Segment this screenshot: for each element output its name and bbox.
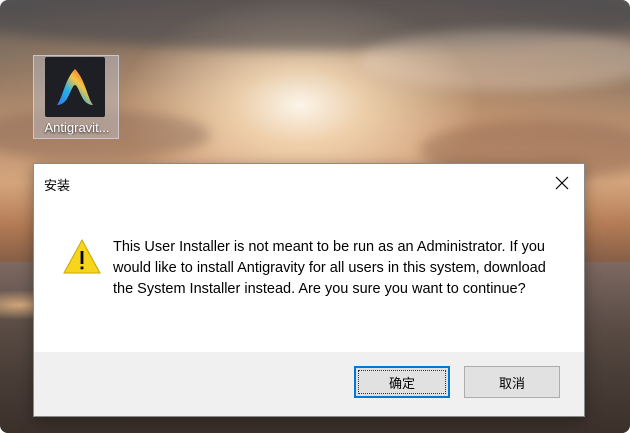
desktop-icon-label: Antigravit...	[44, 120, 110, 135]
dialog-body: This User Installer is not meant to be r…	[34, 202, 584, 352]
cloud-band	[360, 30, 630, 90]
dialog-message: This User Installer is not meant to be r…	[113, 239, 546, 297]
antigravity-app-icon	[45, 57, 105, 117]
desktop-background: Antigravit... 安装 This User Installer is …	[0, 0, 630, 433]
dialog-footer: 确定 取消	[34, 352, 584, 416]
dialog-title: 安装	[44, 179, 71, 194]
desktop-icon-antigravity[interactable]: Antigravit...	[33, 55, 119, 139]
installer-dialog: 安装 This User Installer is not meant to b…	[33, 163, 585, 417]
close-icon	[555, 176, 569, 190]
ok-button[interactable]: 确定	[354, 366, 450, 398]
warning-icon	[63, 238, 101, 274]
focus-ring	[358, 370, 446, 394]
cancel-button-label: 取消	[498, 376, 525, 392]
close-button[interactable]	[540, 164, 584, 202]
dialog-titlebar[interactable]: 安装	[34, 164, 584, 202]
cancel-button[interactable]: 取消	[464, 366, 560, 398]
